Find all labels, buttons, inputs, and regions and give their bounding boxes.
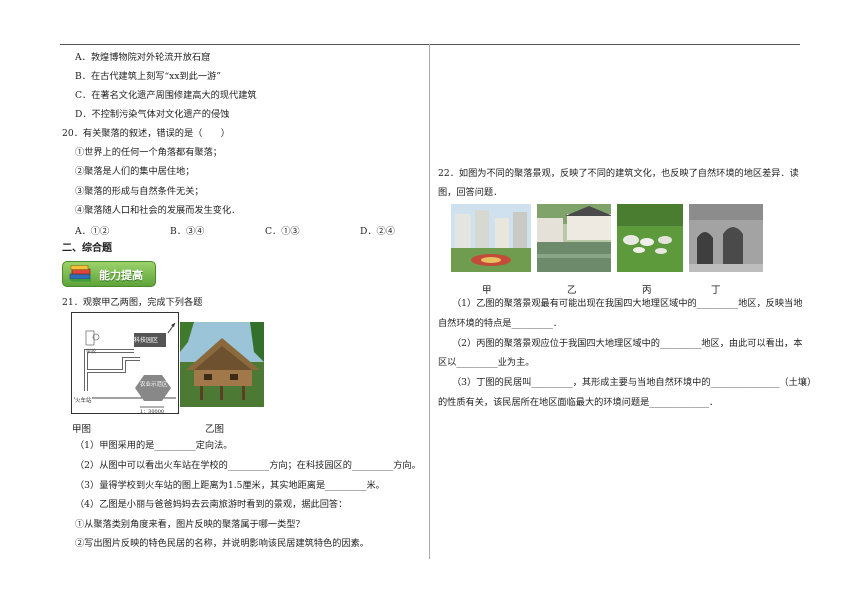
- photo-bing-grassland: [617, 204, 683, 272]
- q22-sub-2b: 区以_________业为主。: [438, 357, 535, 368]
- q20-stem: 20．有关聚落的叙述，错误的是（ ）: [62, 128, 230, 139]
- photo-ding-cave-dwelling: [689, 204, 763, 272]
- map-label-scale: 1：30000: [140, 409, 165, 415]
- q22-sub-2a: （2）丙图的聚落景观应位于我国四大地理区域中的_________地区，由此可以看…: [452, 338, 803, 349]
- stilt-house-photo: [180, 322, 264, 407]
- q20-choice-c: C．①③: [265, 226, 300, 237]
- q19-option-c: C．在著名文化遗产周围修建高大的现代建筑: [75, 90, 257, 101]
- section-title: 二、综合题: [62, 243, 112, 254]
- q21-sub-2: （2）从图中可以看出火车站在学校的_________方向；在科技园区的_____…: [75, 460, 421, 471]
- top-rule: [60, 44, 800, 45]
- q20-item-3: ③聚落的形成与自然条件无关；: [75, 186, 204, 197]
- q20-choice-a: A．①②: [75, 226, 110, 237]
- q20-choice-b: B．③④: [170, 226, 205, 237]
- q20-item-2: ②聚落是人们的集中居住地；: [75, 166, 195, 177]
- photo-label-bing: 丙: [642, 285, 652, 296]
- column-divider: [429, 44, 430, 559]
- q22-stem-line2: 图，回答问题．: [438, 187, 503, 198]
- photo-label-ding: 丁: [711, 285, 721, 296]
- q22-sub-1a: （1）乙图的聚落景观最有可能出现在我国四大地理区域中的_________地区，反…: [452, 298, 803, 309]
- q19-option-d: D．不控制污染气体对文化遗产的侵蚀: [75, 109, 230, 120]
- q21-sub-3: （3）量得学校到火车站的图上距离为1.5厘米，其实地距离是_________米。: [75, 480, 385, 491]
- q19-option-b: B．在古代建筑上刻写“xx到此一游”: [75, 71, 221, 82]
- book-icon: [69, 265, 91, 282]
- q21-stem: 21．观察甲乙两图，完成下列各题: [62, 297, 203, 308]
- map-label-tech-park: 科技园区: [134, 337, 159, 344]
- q20-choice-d: D．②④: [360, 226, 395, 237]
- ability-badge: 能力提高: [62, 261, 156, 287]
- q22-stem-line1: 22．如图为不同的聚落景观，反映了不同的建筑文化，也反映了自然环境的地区差异．读: [438, 168, 799, 179]
- photo-label-jia: 甲: [482, 285, 492, 296]
- q21-sub-4: （4）乙图是小丽与爸爸妈妈去云南旅游时看到的景观，据此回答：: [75, 499, 348, 510]
- map-label-agri: 农业示范区: [140, 382, 168, 388]
- q22-sub-1b: 自然环境的特点是_________．: [438, 318, 563, 329]
- photo-jia-city: [451, 204, 531, 272]
- q21-sub-4-1: ①从聚落类别角度来看，图片反映的聚落属于哪一类型？: [75, 519, 305, 530]
- q20-item-4: ④聚落随人口和社会的发展而发生变化．: [75, 205, 241, 216]
- map-label-school: 学校: [86, 349, 97, 355]
- location-map: 科技园区 学校 农业示范区 火车站 1：30000: [71, 312, 179, 415]
- map-label-station: 火车站: [75, 395, 92, 407]
- q22-sub-3b: 的性质有关，该民居所在地区面临最大的环境问题是_____________．: [438, 397, 719, 408]
- figure-yi-caption: 乙图: [205, 424, 225, 435]
- photo-label-yi: 乙: [567, 285, 577, 296]
- q19-option-a: A．敦煌博物院对外轮流开放石窟: [75, 52, 211, 63]
- q20-item-1: ①世界上的任何一个角落都有聚落；: [75, 147, 222, 158]
- q22-sub-3a: （3）丁图的民居叫_________，其形成主要与当地自然环境中的_______…: [452, 377, 817, 388]
- q21-sub-4-2: ②写出图片反映的特色民居的名称，并说明影响该民居建筑特色的因素。: [75, 538, 369, 549]
- q21-sub-1: （1）甲图采用的是_________定向法。: [75, 440, 233, 451]
- figure-jia-caption: 甲图: [72, 424, 92, 435]
- badge-label: 能力提高: [99, 269, 143, 282]
- photo-yi-watertown: [537, 204, 611, 272]
